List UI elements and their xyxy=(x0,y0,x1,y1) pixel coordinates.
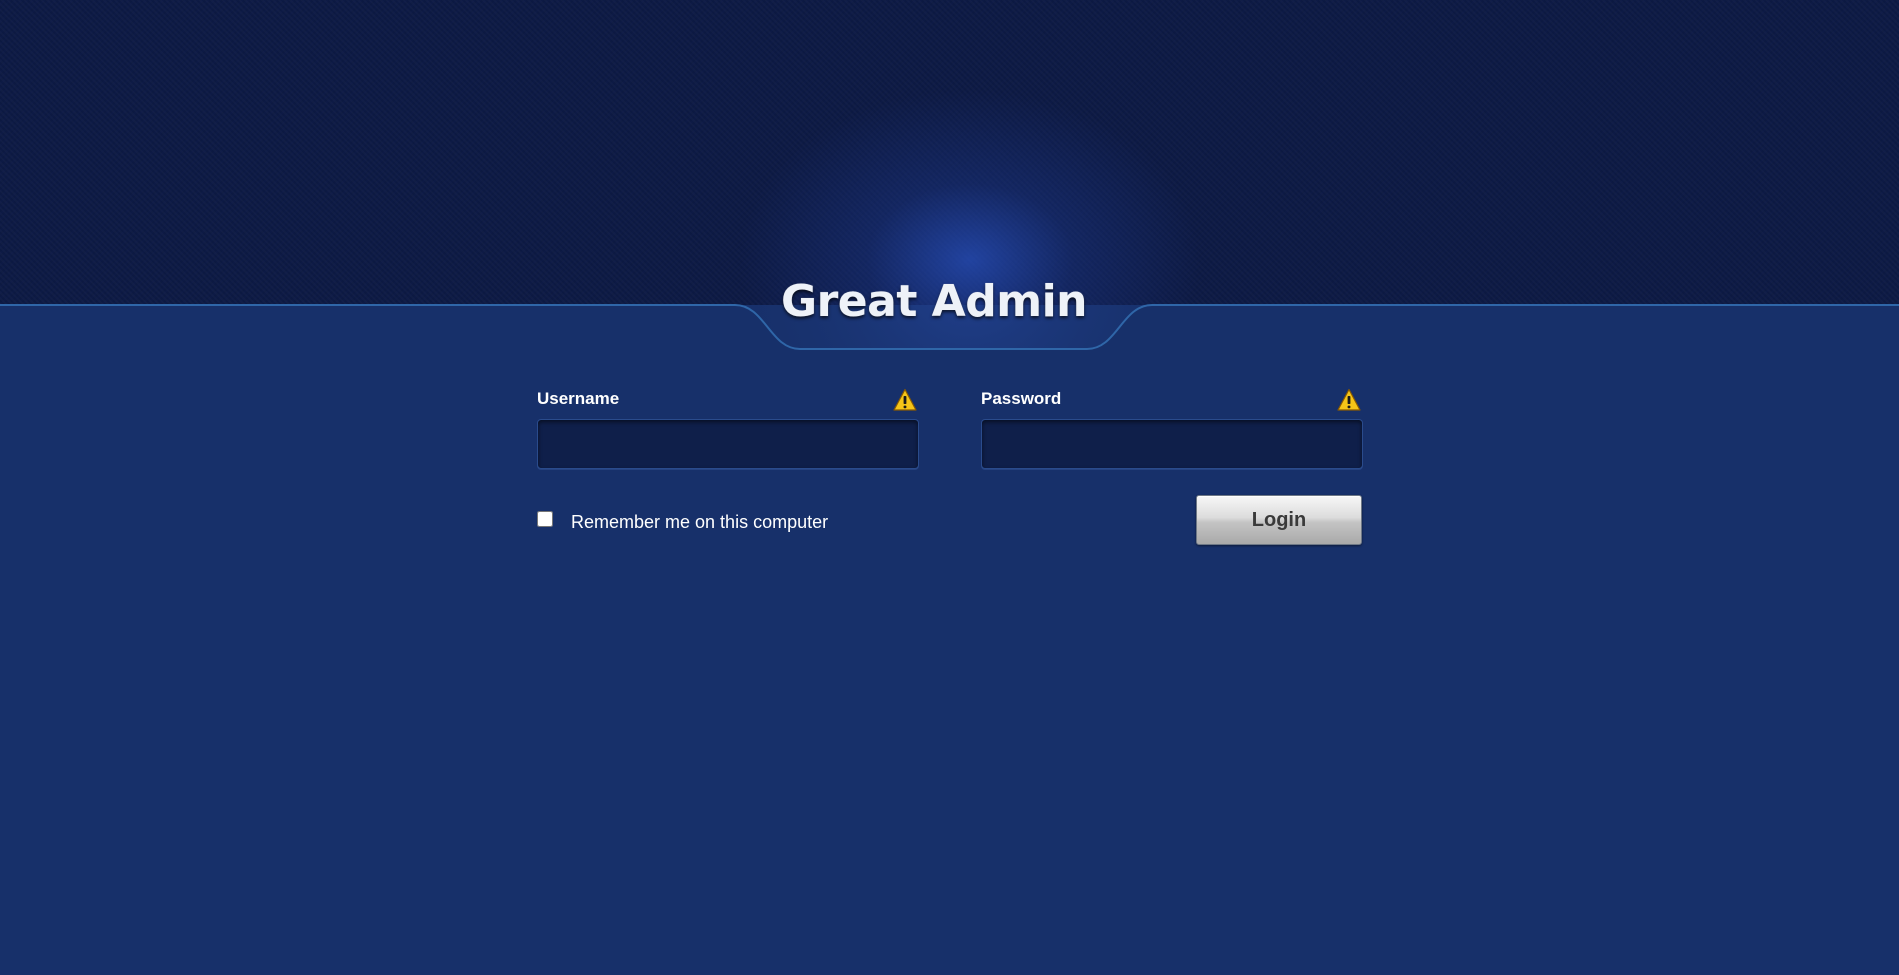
warning-icon xyxy=(1337,388,1361,411)
username-input[interactable] xyxy=(537,419,919,469)
password-input[interactable] xyxy=(981,419,1363,469)
username-field-group: Username xyxy=(537,388,919,469)
password-label: Password xyxy=(981,389,1062,408)
password-field-group: Password xyxy=(981,388,1363,469)
remember-me-row: Remember me on this computer xyxy=(537,508,828,536)
warning-icon xyxy=(893,388,917,411)
remember-me-label[interactable]: Remember me on this computer xyxy=(571,512,828,533)
username-label: Username xyxy=(537,389,620,408)
remember-me-checkbox[interactable] xyxy=(537,511,553,527)
brand-title: Great Admin xyxy=(780,276,1088,327)
login-button[interactable]: Login xyxy=(1196,495,1362,545)
